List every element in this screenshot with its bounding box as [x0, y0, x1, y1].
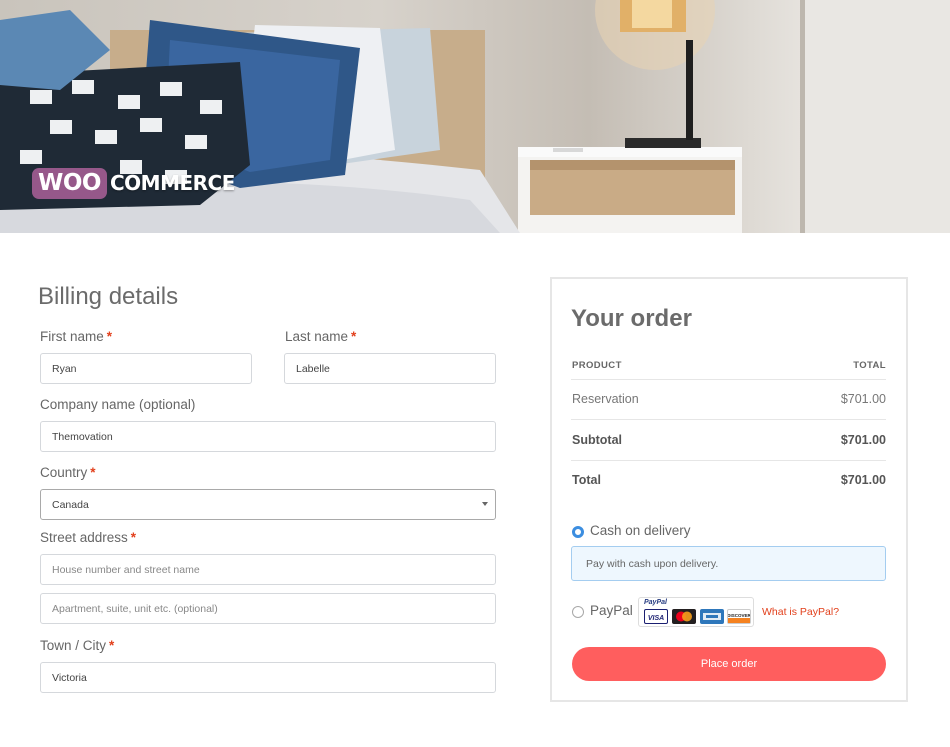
- country-label: Country *: [40, 465, 96, 480]
- total-column-header: TOTAL: [853, 360, 886, 371]
- last-name-label: Last name *: [285, 329, 357, 344]
- divider: [571, 379, 886, 380]
- hero-image: WOO COMMERCE: [0, 0, 950, 233]
- city-label: Town / City *: [40, 638, 115, 653]
- cod-radio[interactable]: [572, 526, 584, 538]
- cod-label[interactable]: Cash on delivery: [590, 523, 691, 538]
- billing-details-title: Billing details: [38, 283, 179, 310]
- amex-card-icon: [700, 609, 724, 624]
- street-address-input[interactable]: House number and street name: [40, 554, 496, 585]
- product-column-header: PRODUCT: [572, 360, 622, 371]
- country-select[interactable]: Canada: [40, 489, 496, 520]
- subtotal-value: $701.00: [840, 433, 886, 447]
- order-item-name: Reservation: [572, 392, 639, 406]
- city-input[interactable]: Victoria: [40, 662, 496, 693]
- discover-card-icon: DISCOVER: [727, 609, 751, 624]
- your-order-title: Your order: [571, 305, 692, 332]
- company-label: Company name (optional): [40, 397, 196, 412]
- svg-text:VISA: VISA: [648, 615, 664, 622]
- last-name-input[interactable]: Labelle: [284, 353, 496, 384]
- paypal-label[interactable]: PayPal: [590, 603, 633, 618]
- place-order-button[interactable]: Place order: [572, 647, 886, 681]
- street-address-label: Street address *: [40, 530, 137, 545]
- order-item-price: $701.00: [840, 392, 886, 406]
- cod-description: Pay with cash upon delivery.: [571, 546, 886, 581]
- divider: [571, 460, 886, 461]
- divider: [571, 419, 886, 420]
- what-is-paypal-link[interactable]: What is PayPal?: [762, 606, 839, 618]
- chevron-down-icon: [482, 502, 488, 506]
- svg-text:DISCOVER: DISCOVER: [728, 613, 750, 618]
- apartment-input[interactable]: Apartment, suite, unit etc. (optional): [40, 593, 496, 624]
- woocommerce-logo: WOO COMMERCE: [32, 166, 235, 200]
- paypal-radio[interactable]: [572, 606, 584, 618]
- total-label: Total: [572, 473, 601, 487]
- mastercard-icon: [672, 609, 696, 624]
- total-value: $701.00: [840, 473, 886, 487]
- subtotal-label: Subtotal: [572, 433, 622, 447]
- order-summary-box: [550, 277, 908, 702]
- paypal-logo: PayPal: [644, 599, 667, 606]
- first-name-label: First name *: [40, 329, 113, 344]
- company-input[interactable]: Themovation: [40, 421, 496, 452]
- visa-card-icon: VISA: [644, 609, 668, 624]
- first-name-input[interactable]: Ryan: [40, 353, 252, 384]
- paypal-acceptance-mark: PayPal VISA DISCOVER: [638, 597, 754, 627]
